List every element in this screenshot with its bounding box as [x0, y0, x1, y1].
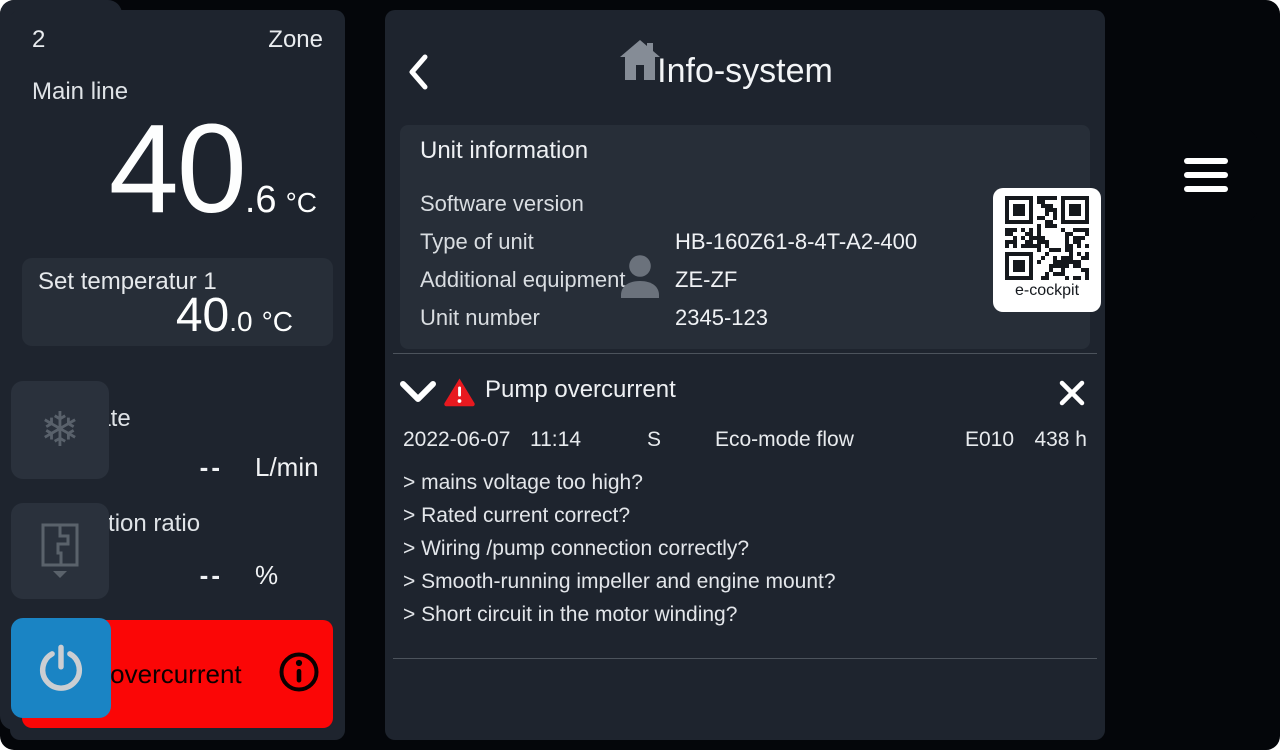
sidebar-item-menu-active[interactable]	[1105, 127, 1258, 224]
checklist-item: > Wiring /pump connection correctly?	[403, 532, 1087, 565]
checklist-item: > Short circuit in the motor winding?	[403, 598, 1087, 631]
sidebar-item-user[interactable]	[0, 252, 1280, 306]
info-system-panel: Info-system Unit information Software ve…	[385, 10, 1105, 740]
sidebar-item-mold[interactable]	[11, 503, 109, 599]
divider	[393, 353, 1097, 354]
unit-info-row: Software version	[420, 185, 1070, 223]
alarm-collapse-button[interactable]	[399, 380, 439, 410]
alarm-checklist: > mains voltage too high? > Rated curren…	[403, 466, 1087, 631]
divider	[393, 658, 1097, 659]
set-temp-decimal: .0	[229, 306, 252, 338]
close-x-icon	[1058, 379, 1086, 407]
person-icon	[614, 252, 666, 306]
sidebar-item-cooling[interactable]: ❄	[11, 381, 109, 479]
alarm-operating-hours: 438 h	[1034, 428, 1087, 452]
checklist-item: > mains voltage too high?	[403, 466, 1087, 499]
home-icon	[616, 38, 664, 82]
checklist-item: > Rated current correct?	[403, 499, 1087, 532]
hamburger-icon	[1184, 158, 1228, 192]
alarm-meta-row: 2022-06-07 11:14 S Eco-mode flow E010 43…	[385, 428, 1105, 458]
temp-unit: °C	[286, 187, 317, 219]
flow-rate-value: --	[200, 452, 223, 483]
row-label: Unit number	[420, 305, 675, 331]
flow-rate-unit: L/min	[255, 452, 339, 483]
sidebar-item-power[interactable]	[11, 618, 111, 718]
temp-decimal: .6	[245, 179, 277, 222]
checklist-item: > Smooth-running impeller and engine mou…	[403, 565, 1087, 598]
alarm-error-code: E010	[965, 428, 1014, 452]
main-line-temperature: 40 .6 °C	[109, 106, 317, 232]
set-temp-unit: °C	[262, 306, 293, 338]
regulation-ratio-unit: %	[255, 560, 339, 591]
warning-triangle-icon	[443, 377, 476, 407]
mold-icon	[37, 522, 83, 580]
alarm-title: Pump overcurrent	[485, 376, 676, 404]
unit-information-card: Unit information Software version Type o…	[400, 125, 1090, 349]
device-screen: 2 Zone Main line 40 .6 °C Set temperatur…	[0, 0, 1280, 750]
snowflake-icon: ❄	[40, 406, 80, 454]
alarm-date: 2022-06-07	[403, 428, 510, 452]
alarm-mode: Eco-mode flow	[715, 428, 854, 452]
power-icon	[35, 642, 87, 694]
regulation-ratio-value: --	[200, 560, 223, 591]
alarm-time: 11:14	[530, 428, 581, 452]
alarm-close-button[interactable]	[1051, 372, 1093, 414]
temp-integer: 40	[109, 106, 245, 232]
row-value: 2345-123	[675, 305, 768, 331]
row-label: Software version	[420, 191, 675, 217]
sidebar-item-home[interactable]	[0, 38, 1280, 82]
info-circle-icon[interactable]	[277, 650, 321, 699]
alarm-status-letter: S	[647, 428, 661, 452]
unit-information-title: Unit information	[420, 137, 588, 165]
chevron-down-icon	[399, 380, 437, 404]
